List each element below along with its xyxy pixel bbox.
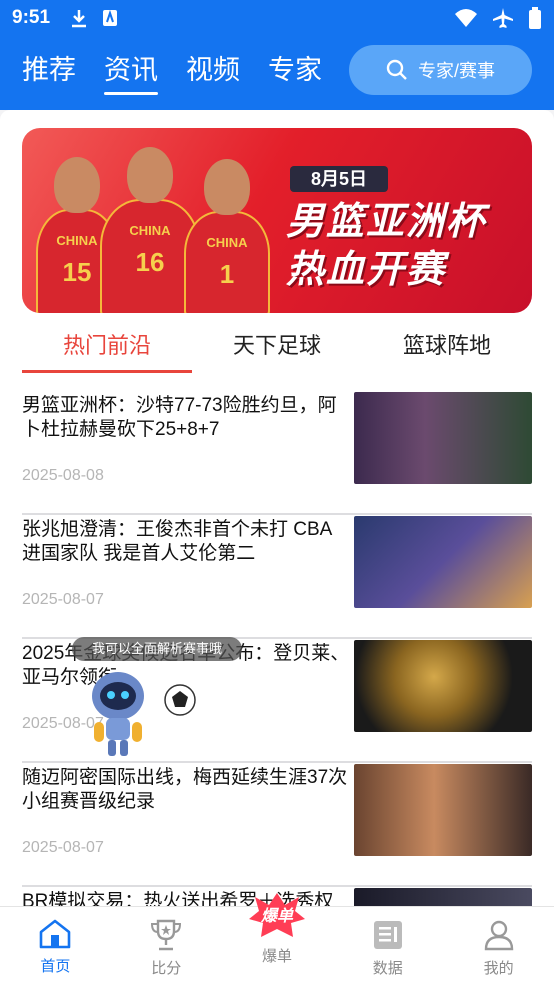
news-thumbnail (354, 640, 532, 732)
bottom-nav: 首页 比分 爆单 爆单 数据 我的 (0, 893, 554, 984)
category-tabs: 热门前沿 天下足球 篮球阵地 (22, 322, 532, 373)
assistant-tooltip: 我可以全面解析赛事哦 (72, 637, 242, 661)
robot-assistant-icon[interactable] (80, 664, 200, 760)
tab-recommend[interactable]: 推荐 (22, 48, 76, 93)
news-thumbnail (354, 516, 532, 608)
airplane-icon (493, 8, 513, 28)
tab-news[interactable]: 资讯 (104, 48, 158, 95)
banner-title: 男篮亚洲杯 热血开赛 (286, 201, 487, 291)
news-thumbnail (354, 888, 532, 906)
nav-home[interactable]: 首页 (0, 907, 111, 984)
news-title: 男篮亚洲杯：沙特77-73险胜约旦，阿卜杜拉赫曼砍下25+8+7 (22, 395, 337, 440)
news-date: 2025-08-07 (22, 839, 104, 856)
user-icon (484, 920, 513, 951)
news-thumbnail (354, 764, 532, 856)
app-a-icon (103, 9, 117, 26)
wifi-icon (455, 9, 477, 27)
promo-banner[interactable]: CHINA 15 CHINA 16 CHINA 1 8月5日 男篮亚洲杯 热血开… (22, 128, 532, 313)
home-icon (40, 919, 71, 949)
search-icon (386, 59, 407, 80)
battery-icon (529, 7, 541, 29)
tab-expert[interactable]: 专家 (268, 48, 322, 93)
trophy-icon (151, 919, 182, 951)
search-button[interactable]: 专家/赛事 (349, 45, 532, 95)
top-nav-tabs: 推荐 资讯 视频 专家 (22, 48, 322, 95)
nav-hot-pick[interactable]: 爆单 爆单 (222, 893, 333, 984)
news-item[interactable]: 张兆旭澄清：王俊杰非首个未打 CBA 进国家队 我是首人艾伦第二 2025-08… (22, 516, 532, 639)
news-date: 2025-08-08 (22, 467, 104, 484)
status-time: 9:51 (12, 7, 51, 28)
nav-score[interactable]: 比分 (111, 907, 222, 984)
banner-date: 8月5日 (290, 166, 388, 192)
download-icon (72, 10, 86, 28)
tab-football[interactable]: 天下足球 (192, 322, 362, 372)
news-thumbnail (354, 392, 532, 484)
nav-profile[interactable]: 我的 (443, 907, 554, 984)
tab-hot[interactable]: 热门前沿 (22, 322, 192, 373)
news-item[interactable]: 男篮亚洲杯：沙特77-73险胜约旦，阿卜杜拉赫曼砍下25+8+7 2025-08… (22, 392, 532, 515)
hot-pick-badge-icon: 爆单 (248, 893, 305, 937)
news-title: 张兆旭澄清：王俊杰非首个未打 CBA 进国家队 我是首人艾伦第二 (22, 519, 332, 564)
svg-text:爆单: 爆单 (260, 906, 294, 925)
nav-data[interactable]: 数据 (332, 907, 443, 984)
search-placeholder: 专家/赛事 (417, 61, 495, 81)
banner-player-3: CHINA 1 (184, 159, 270, 313)
news-title: 随迈阿密国际出线，梅西延续生涯37次小组赛晋级纪录 (22, 767, 348, 812)
news-item[interactable]: 随迈阿密国际出线，梅西延续生涯37次小组赛晋级纪录 2025-08-07 (22, 764, 532, 887)
news-date: 2025-08-07 (22, 591, 104, 608)
main-content: CHINA 15 CHINA 16 CHINA 1 8月5日 男篮亚洲杯 热血开… (0, 110, 554, 906)
tab-basketball[interactable]: 篮球阵地 (362, 322, 532, 372)
app-header: 9:51 推荐 资讯 视频 专家 专家/赛事 (0, 0, 554, 110)
status-bar: 9:51 (0, 0, 554, 36)
tab-video[interactable]: 视频 (186, 48, 240, 93)
data-document-icon (373, 921, 402, 949)
